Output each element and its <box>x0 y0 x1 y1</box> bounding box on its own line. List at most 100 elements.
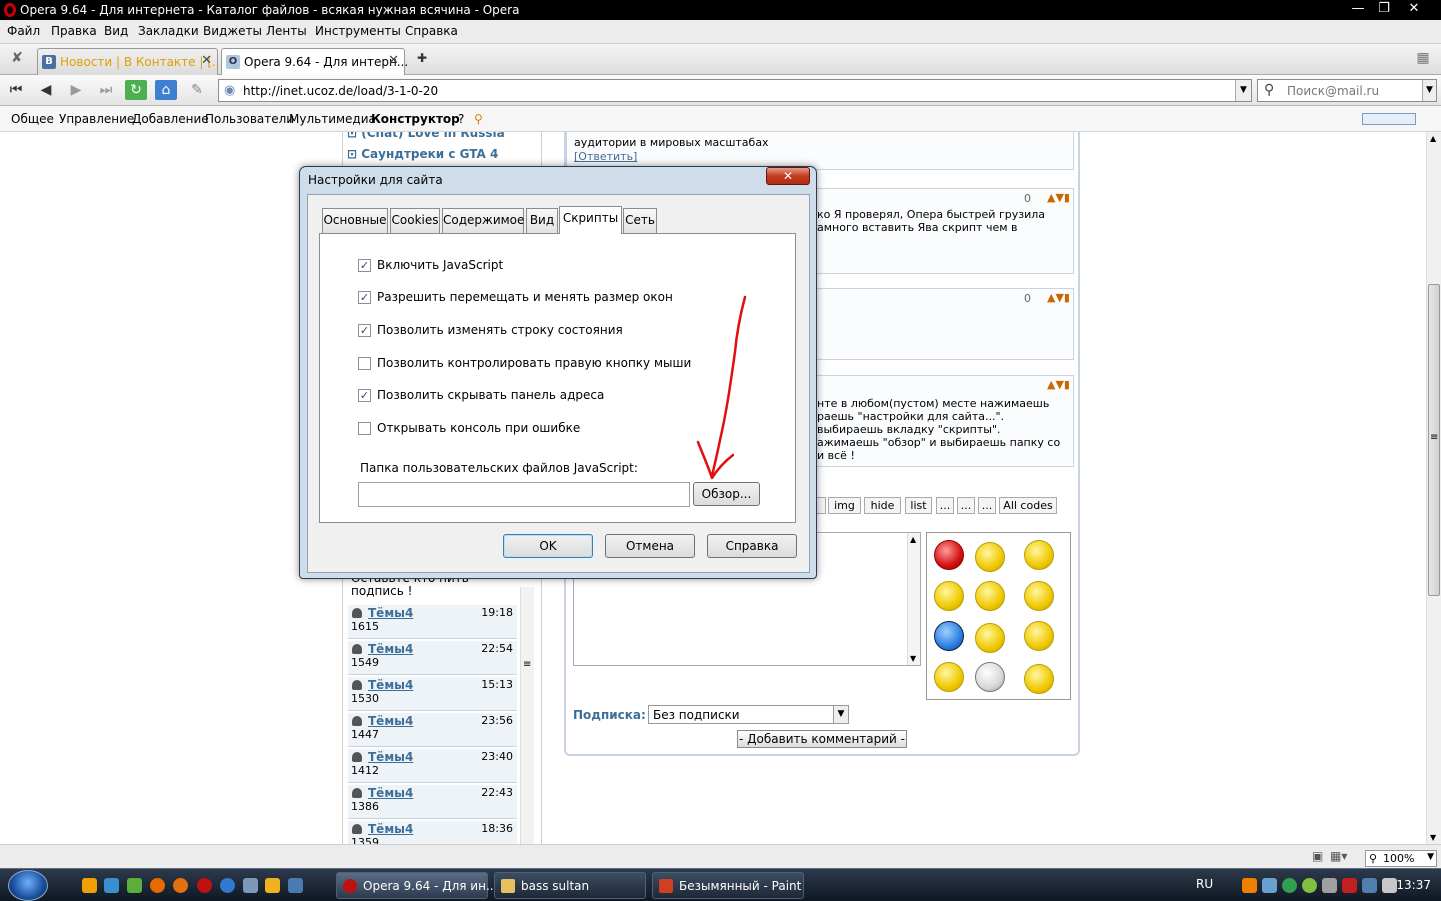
fast-forward-icon[interactable]: ⏭ <box>95 80 117 100</box>
scroll-down-icon[interactable]: ▼ <box>910 654 916 663</box>
checkbox-control-right-click[interactable] <box>358 357 371 370</box>
close-window-button[interactable]: ✕ <box>1401 0 1427 18</box>
code-button-img[interactable]: img <box>828 497 861 514</box>
ucoz-general[interactable]: Общее <box>11 112 54 126</box>
reload-icon[interactable]: ↻ <box>125 80 147 100</box>
cool-smiley-icon[interactable] <box>1024 540 1054 570</box>
ucoz-add[interactable]: Добавление <box>132 112 209 126</box>
checkbox-move-resize-windows[interactable]: ✓ <box>358 291 371 304</box>
quicklaunch-icon[interactable] <box>127 878 142 893</box>
address-dropdown-icon[interactable]: ▼ <box>1235 80 1251 101</box>
left-scrollbar[interactable]: ≡ <box>520 587 534 844</box>
quicklaunch-icon[interactable] <box>150 878 165 893</box>
tray-icon[interactable] <box>1242 878 1257 893</box>
pen-icon[interactable]: ✎ <box>186 80 208 100</box>
search-dropdown-icon[interactable]: ▼ <box>1422 80 1436 101</box>
forum-row[interactable]: Тёмы4 22:54 1549 <box>348 641 517 675</box>
tab-opera[interactable]: O Opera 9.64 - Для интерн... ✕ <box>221 48 408 75</box>
menu-widgets[interactable]: Виджеты <box>203 24 262 38</box>
dialog-close-button[interactable]: ✕ <box>766 167 810 185</box>
code-button-more[interactable]: ... <box>936 497 954 514</box>
forum-row[interactable]: Тёмы4 15:13 1530 <box>348 677 517 711</box>
network-icon[interactable] <box>1362 878 1377 893</box>
smile-smiley-icon[interactable] <box>975 623 1005 653</box>
tray-icon[interactable] <box>1302 878 1317 893</box>
browse-button[interactable]: Обзор... <box>693 482 760 506</box>
rating-icons[interactable]: ▲▼▮ <box>1047 291 1070 304</box>
scroll-up-icon[interactable]: ▲ <box>1430 134 1436 143</box>
add-comment-button[interactable]: - Добавить комментарий - <box>737 730 907 748</box>
taskbar-item-opera[interactable]: Opera 9.64 - Для ин... <box>336 872 497 899</box>
checkbox-enable-javascript[interactable]: ✓ <box>358 259 371 272</box>
forum-user-link[interactable]: Тёмы4 <box>368 642 413 656</box>
forum-user-link[interactable]: Тёмы4 <box>368 714 413 728</box>
nerd-smiley-icon[interactable] <box>975 662 1005 692</box>
tab-display[interactable]: Вид <box>526 208 558 233</box>
code-button-hide[interactable]: hide <box>864 497 901 514</box>
quicklaunch-icon[interactable] <box>82 878 97 893</box>
back-icon[interactable]: ◀ <box>35 80 57 100</box>
panels-icon[interactable]: ▣ <box>1312 849 1323 863</box>
forum-row[interactable]: Тёмы4 19:18 1615 <box>348 605 517 639</box>
language-indicator[interactable]: RU <box>1196 877 1213 891</box>
cancel-button[interactable]: Отмена <box>605 534 695 558</box>
help-button[interactable]: Справка <box>707 534 797 558</box>
home-icon[interactable]: ⌂ <box>155 80 177 100</box>
left-list-item[interactable]: ⊡ Саундтреки с GTA 4 <box>347 147 498 161</box>
tab-vkontakte[interactable]: B Новости | В Контакте | [... ✕ <box>37 48 223 75</box>
forum-row[interactable]: Тёмы4 22:43 1386 <box>348 785 517 819</box>
close-tab-icon[interactable]: ✕ <box>388 53 399 68</box>
cold-smiley-icon[interactable] <box>934 621 964 651</box>
start-button[interactable] <box>8 870 48 901</box>
ok-button[interactable]: OK <box>503 534 593 558</box>
laugh-smiley-icon[interactable] <box>1024 581 1054 611</box>
menu-edit[interactable]: Правка <box>51 24 97 38</box>
forum-row[interactable]: Тёмы4 23:56 1447 <box>348 713 517 747</box>
page-scrollbar[interactable]: ▲ ≡ ▼ <box>1426 132 1441 844</box>
trash-icon[interactable]: ▦ <box>1412 48 1434 68</box>
forum-user-link[interactable]: Тёмы4 <box>368 786 413 800</box>
menu-feeds[interactable]: Ленты <box>266 24 307 38</box>
close-tab-icon[interactable]: ✕ <box>201 53 212 68</box>
angry-smiley-icon[interactable] <box>934 540 964 570</box>
menu-bookmarks[interactable]: Закладки <box>138 24 199 38</box>
menu-file[interactable]: Файл <box>7 24 40 38</box>
textarea-scrollbar[interactable]: ▲ ▼ <box>907 533 920 665</box>
ucoz-constructor[interactable]: Конструктор <box>371 112 460 126</box>
checkbox-hide-address-bar[interactable]: ✓ <box>358 389 371 402</box>
tab-content[interactable]: Содержимое <box>442 208 524 233</box>
forum-user-link[interactable]: Тёмы4 <box>368 822 413 836</box>
menu-tools[interactable]: Инструменты <box>315 24 401 38</box>
ucoz-users[interactable]: Пользователи <box>205 112 294 126</box>
new-tab-icon[interactable]: ✚ <box>411 48 433 68</box>
quicklaunch-icon[interactable] <box>173 878 188 893</box>
ucoz-manage[interactable]: Управление <box>59 112 134 126</box>
forum-row[interactable]: Тёмы4 18:36 1359 <box>348 821 517 844</box>
ucoz-search-icon[interactable]: ⚲ <box>474 112 483 126</box>
ucoz-help[interactable]: ? <box>458 112 464 126</box>
menu-help[interactable]: Справка <box>405 24 458 38</box>
taskbar-item-folder[interactable]: bass sultan <box>494 872 646 899</box>
rewind-icon[interactable]: ⏮ <box>5 80 27 100</box>
tab-scripts[interactable]: Скрипты <box>559 206 622 234</box>
tray-icon[interactable] <box>1282 878 1297 893</box>
forum-user-link[interactable]: Тёмы4 <box>368 678 413 692</box>
zoom-select[interactable]: ⚲ 100% ▼ <box>1365 850 1437 867</box>
quicklaunch-icon[interactable] <box>288 878 303 893</box>
forum-user-link[interactable]: Тёмы4 <box>368 606 413 620</box>
code-button-more[interactable]: ... <box>957 497 975 514</box>
rating-icons[interactable]: ▲▼▮ <box>1047 191 1070 204</box>
taskbar-item-paint[interactable]: Безымянный - Paint <box>652 872 804 899</box>
code-button-more[interactable]: ... <box>978 497 996 514</box>
checkbox-change-status-bar[interactable]: ✓ <box>358 324 371 337</box>
left-list-item[interactable]: ⊡ (Chat) Love in Russia <box>347 132 505 140</box>
scroll-up-icon[interactable]: ▲ <box>910 535 916 544</box>
view-icon[interactable]: ▦▾ <box>1330 849 1347 863</box>
code-button-all[interactable]: All codes <box>999 497 1057 514</box>
tray-icon[interactable] <box>1262 878 1277 893</box>
forward-icon[interactable]: ▶ <box>65 80 87 100</box>
subscription-select[interactable]: Без подписки ▼ <box>648 705 849 724</box>
rating-icons[interactable]: ▲▼▮ <box>1047 378 1070 391</box>
quicklaunch-icon[interactable] <box>197 878 212 893</box>
grin-smiley-icon[interactable] <box>975 542 1005 572</box>
